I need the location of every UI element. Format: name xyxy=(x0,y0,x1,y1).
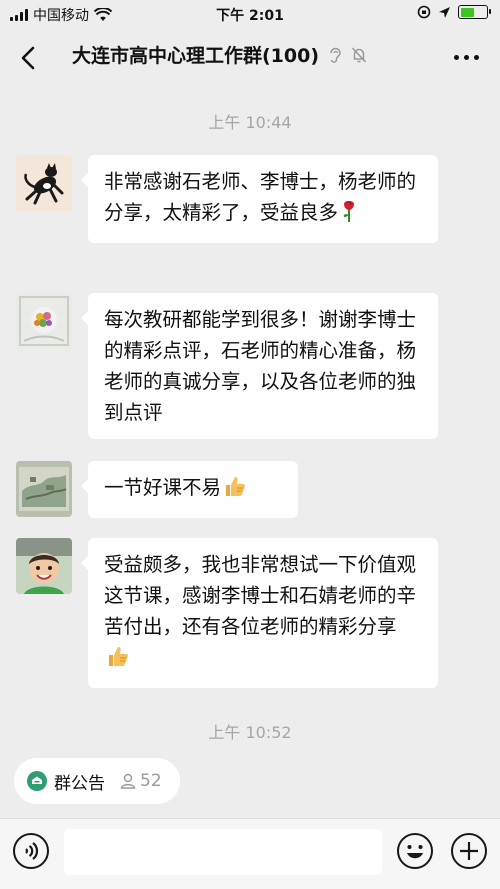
message-bubble[interactable]: 一节好课不易 xyxy=(81,461,298,518)
more-dots-icon xyxy=(453,54,479,60)
child-avatar xyxy=(16,538,72,594)
member-count: 52 xyxy=(119,771,162,791)
back-chevron-icon xyxy=(21,46,35,70)
mute-bell-icon xyxy=(351,46,367,63)
cat-avatar xyxy=(16,155,72,211)
message-text: 每次教研都能学到很多！谢谢李博士的精彩点评，石老师的精心准备，杨老师的真诚分享，… xyxy=(104,308,417,424)
flower-avatar xyxy=(16,293,72,349)
plus-icon xyxy=(451,833,487,869)
message-text: 受益颇多，我也非常想试一下价值观这节课，感谢李博士和石婧老师的辛苦付出，还有各位… xyxy=(104,553,417,638)
voice-icon xyxy=(13,833,49,869)
message-input[interactable] xyxy=(64,829,382,875)
message-text: 一节好课不易 xyxy=(104,476,222,499)
chat-timestamp: 上午 10:52 xyxy=(208,723,292,742)
announcement-label: 群公告 xyxy=(54,773,105,794)
message-row: 受益颇多，我也非常想试一下价值观这节课，感谢李博士和石婧老师的辛苦付出，还有各位… xyxy=(16,538,438,688)
person-icon xyxy=(120,773,136,789)
nav-title-group: 大连市高中心理工作群(100) xyxy=(72,41,367,68)
thumbs-up-icon xyxy=(109,647,128,666)
nav-bar: 大连市高中心理工作群(100) xyxy=(0,28,500,86)
status-bar: 中国移动 下午 2:01 xyxy=(0,0,500,28)
message-bubble[interactable]: 每次教研都能学到很多！谢谢李博士的精彩点评，石老师的精心准备，杨老师的真诚分享，… xyxy=(81,293,438,439)
input-bar xyxy=(0,818,500,889)
avatar[interactable] xyxy=(16,538,72,594)
location-arrow-icon xyxy=(439,6,450,18)
painting-avatar xyxy=(16,461,72,517)
rose-icon xyxy=(343,201,355,222)
member-count-value: 52 xyxy=(140,771,162,791)
avatar[interactable] xyxy=(16,155,72,211)
message-bubble[interactable]: 受益颇多，我也非常想试一下价值观这节课，感谢李博士和石婧老师的辛苦付出，还有各位… xyxy=(81,538,438,688)
thumbs-up-icon xyxy=(226,477,245,496)
chat-timestamp: 上午 10:44 xyxy=(208,113,292,132)
message-row: 非常感谢石老师、李博士，杨老师的分享，太精彩了，受益良多 xyxy=(16,155,438,243)
message-row: 一节好课不易 xyxy=(16,461,298,518)
message-row: 每次教研都能学到很多！谢谢李博士的精彩点评，石老师的精心准备，杨老师的真诚分享，… xyxy=(16,293,438,439)
ear-icon xyxy=(330,47,341,63)
back-button[interactable] xyxy=(12,40,48,76)
battery-icon xyxy=(458,5,491,19)
more-button[interactable] xyxy=(448,42,484,72)
emoji-icon xyxy=(397,833,433,869)
lock-rotation-icon xyxy=(417,5,431,19)
message-bubble[interactable]: 非常感谢石老师、李博士，杨老师的分享，太精彩了，受益良多 xyxy=(81,155,438,243)
avatar[interactable] xyxy=(16,293,72,349)
voice-button[interactable] xyxy=(12,832,50,870)
group-announcement-button[interactable]: 群公告 52 xyxy=(14,758,180,804)
emoji-button[interactable] xyxy=(396,832,434,870)
message-text: 非常感谢石老师、李博士，杨老师的分享，太精彩了，受益良多 xyxy=(104,170,417,224)
more-functions-button[interactable] xyxy=(450,832,488,870)
announcement-icon xyxy=(27,771,47,791)
page-title: 大连市高中心理工作群(100) xyxy=(72,45,320,67)
status-right xyxy=(417,5,491,19)
avatar[interactable] xyxy=(16,461,72,517)
